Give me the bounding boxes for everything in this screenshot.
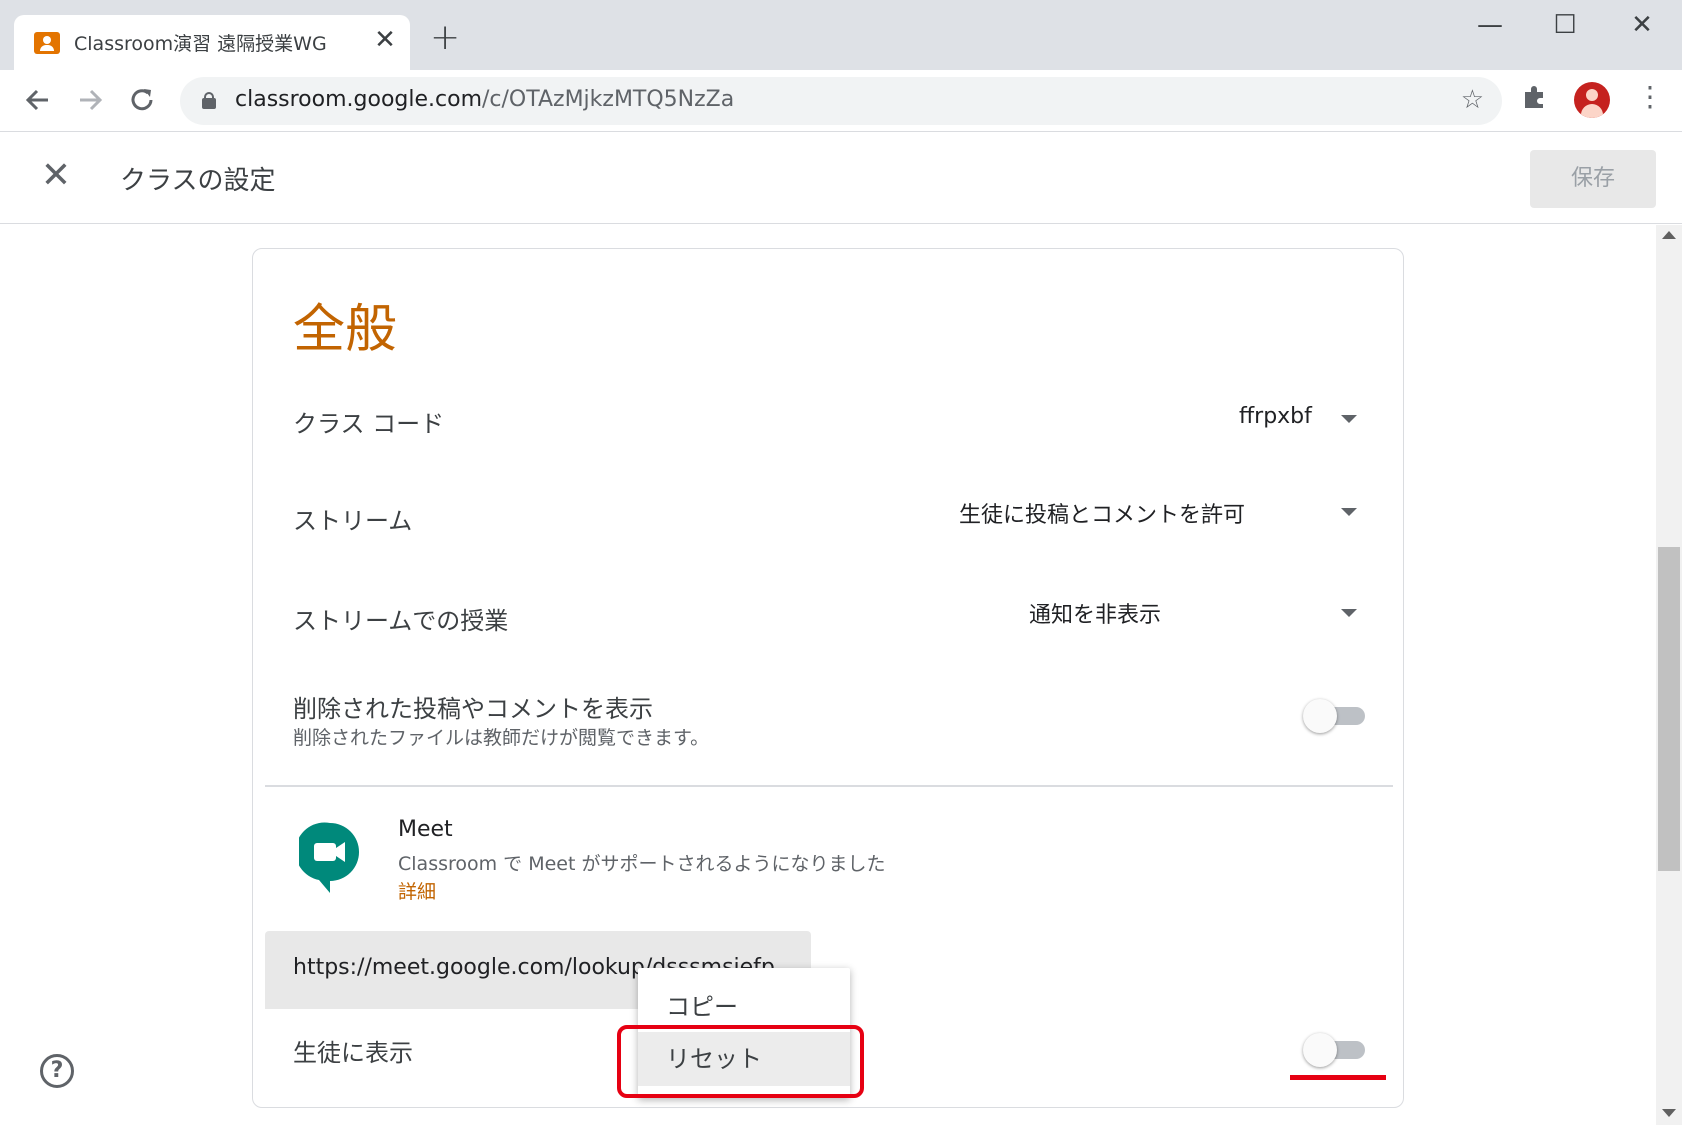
section-divider: [265, 785, 1393, 787]
minimize-button[interactable]: —: [1470, 10, 1510, 40]
reset-highlight-annotation: [617, 1025, 864, 1098]
address-bar[interactable]: classroom.google.com/c/OTAzMjkzMTQ5NzZa …: [180, 77, 1502, 125]
browser-titlebar: Classroom演習 遠隔授業WG ✕ + — ☐ ✕: [0, 0, 1682, 71]
url-text[interactable]: classroom.google.com/c/OTAzMjkzMTQ5NzZa: [235, 87, 734, 112]
show-deleted-label: 削除された投稿やコメントを表示: [293, 695, 653, 723]
maximize-button[interactable]: ☐: [1545, 10, 1585, 40]
reload-icon[interactable]: [122, 80, 162, 120]
close-icon[interactable]: ✕: [36, 156, 76, 196]
forward-icon[interactable]: [70, 80, 110, 120]
scroll-thumb[interactable]: [1658, 547, 1680, 871]
show-deleted-toggle[interactable]: [1303, 699, 1365, 733]
page-scrollbar[interactable]: [1656, 225, 1682, 1125]
class-code-dropdown-icon[interactable]: [1341, 415, 1357, 423]
help-icon[interactable]: ?: [40, 1054, 74, 1088]
classroom-favicon-icon: [34, 32, 60, 54]
settings-header: ✕ クラスの設定 保存: [0, 132, 1682, 224]
toggle-underline-annotation: [1290, 1075, 1386, 1080]
visible-to-students-toggle[interactable]: [1303, 1033, 1365, 1067]
visible-to-students-label: 生徒に表示: [293, 1039, 413, 1067]
meet-description: Classroom で Meet がサポートされるようになりました: [398, 853, 886, 875]
stream-select[interactable]: 生徒に投稿とコメントを許可: [959, 497, 1245, 529]
stream-classwork-dropdown-icon[interactable]: [1341, 609, 1357, 617]
stream-dropdown-icon[interactable]: [1341, 508, 1357, 516]
scroll-up-arrow-icon[interactable]: [1662, 231, 1676, 239]
show-deleted-sublabel: 削除されたファイルは教師だけが閲覧できます。: [293, 727, 710, 749]
stream-classwork-select[interactable]: 通知を非表示: [1029, 597, 1161, 629]
section-title: 全般: [293, 300, 398, 360]
stream-label: ストリーム: [293, 507, 413, 535]
profile-avatar[interactable]: [1574, 82, 1610, 118]
extensions-puzzle-icon[interactable]: [1522, 84, 1548, 110]
browser-tab[interactable]: Classroom演習 遠隔授業WG ✕: [14, 15, 410, 71]
new-tab-button[interactable]: +: [430, 20, 460, 56]
bookmark-star-icon[interactable]: ☆: [1461, 85, 1484, 115]
window-close-button[interactable]: ✕: [1622, 10, 1662, 40]
browser-toolbar: classroom.google.com/c/OTAzMjkzMTQ5NzZa …: [0, 70, 1682, 132]
google-meet-logo-icon: [295, 821, 361, 895]
scroll-down-arrow-icon[interactable]: [1662, 1109, 1676, 1117]
class-code-label: クラス コード: [293, 410, 445, 438]
meet-details-link[interactable]: 詳細: [398, 877, 436, 904]
class-code-value[interactable]: ffrpxbf: [1239, 404, 1312, 429]
back-icon[interactable]: [18, 80, 58, 120]
browser-menu-icon[interactable]: ⋮: [1636, 80, 1664, 113]
tab-close-icon[interactable]: ✕: [370, 25, 400, 55]
meet-title: Meet: [398, 817, 453, 842]
save-button[interactable]: 保存: [1530, 150, 1656, 208]
page-title: クラスの設定: [120, 166, 276, 196]
lock-icon[interactable]: [202, 92, 216, 109]
stream-classwork-label: ストリームでの授業: [293, 607, 509, 635]
tab-title: Classroom演習 遠隔授業WG: [74, 33, 327, 55]
